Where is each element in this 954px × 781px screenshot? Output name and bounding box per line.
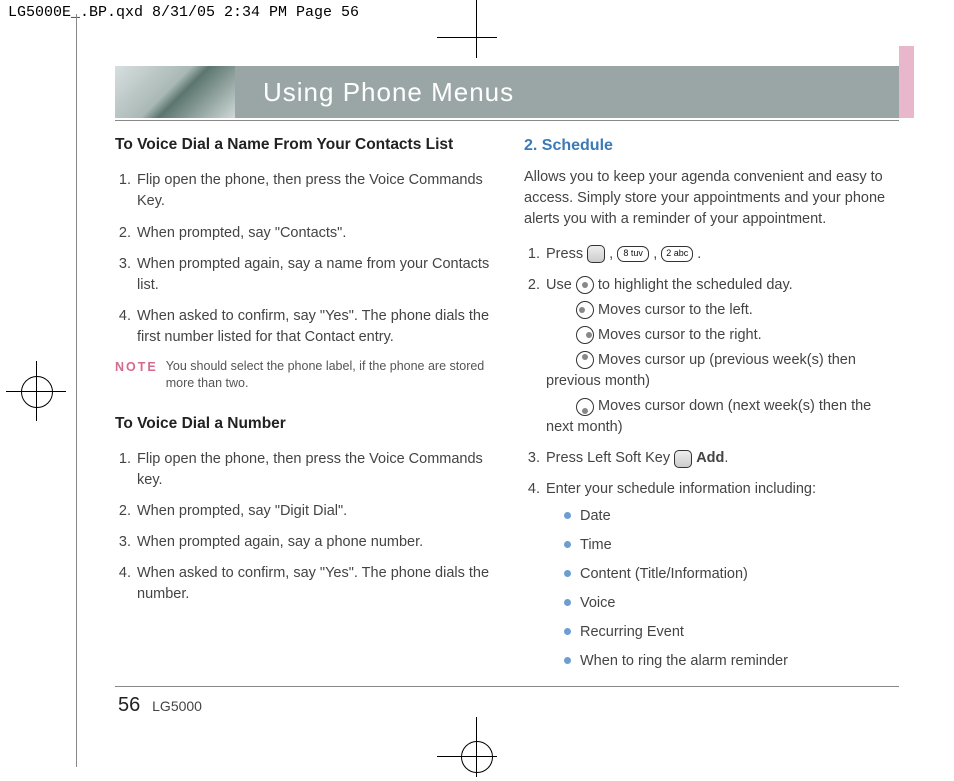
section-header-band: Using Phone Menus <box>115 66 899 118</box>
step-text: Press <box>546 246 587 262</box>
nav-up-icon <box>576 351 594 369</box>
note-text: You should select the phone label, if th… <box>166 358 490 393</box>
step-text: to highlight the scheduled day. <box>598 277 793 293</box>
left-column: To Voice Dial a Name From Your Contacts … <box>115 134 490 682</box>
footer-rule <box>115 686 899 687</box>
model-name: LG5000 <box>152 698 202 714</box>
nav-hint-text: Moves cursor to the right. <box>598 327 762 343</box>
nav-left-icon <box>576 301 594 319</box>
list-item: When asked to confirm, say "Yes". The ph… <box>135 563 490 605</box>
step-text: Use <box>546 277 576 293</box>
voice-dial-contacts-heading: To Voice Dial a Name From Your Contacts … <box>115 134 490 156</box>
page-gutter-line <box>76 14 77 767</box>
list-item: Use to highlight the scheduled day. Move… <box>544 275 899 438</box>
nav-right-icon <box>576 326 594 344</box>
nav-hint-down: Moves cursor down (next week(s) then the… <box>546 396 899 438</box>
list-item: When prompted again, say a phone number. <box>135 532 490 553</box>
list-item: When prompted, say "Digit Dial". <box>135 501 490 522</box>
list-item: Flip open the phone, then press the Voic… <box>135 449 490 491</box>
note-label: NOTE <box>115 358 158 376</box>
section-tab <box>899 46 914 118</box>
nav-hint-left: Moves cursor to the left. <box>576 300 899 321</box>
note-block: NOTE You should select the phone label, … <box>115 358 490 393</box>
schedule-intro: Allows you to keep your agenda convenien… <box>524 167 899 230</box>
soft-key-icon <box>587 245 605 263</box>
list-item: Voice <box>564 593 899 614</box>
list-item: Press , 8 tuv , 2 abc . <box>544 244 899 265</box>
list-item: Recurring Event <box>564 622 899 643</box>
section-header-title: Using Phone Menus <box>235 66 899 118</box>
list-item: When to ring the alarm reminder <box>564 651 899 672</box>
section-header-photo <box>115 66 235 118</box>
voice-dial-number-heading: To Voice Dial a Number <box>115 413 490 435</box>
step-text: Press Left Soft Key <box>546 450 674 466</box>
nav-hint-text: Moves cursor down (next week(s) then the… <box>546 398 871 435</box>
nav-hint-up: Moves cursor up (previous week(s) then p… <box>546 350 899 392</box>
voice-dial-number-steps: Flip open the phone, then press the Voic… <box>115 449 490 605</box>
list-item: Time <box>564 535 899 556</box>
header-underline <box>115 120 899 121</box>
page-content: To Voice Dial a Name From Your Contacts … <box>115 134 899 682</box>
voice-dial-contacts-steps: Flip open the phone, then press the Voic… <box>115 170 490 347</box>
list-item: Press Left Soft Key Add. <box>544 448 899 469</box>
list-item: Flip open the phone, then press the Voic… <box>135 170 490 212</box>
list-item: When prompted, say "Contacts". <box>135 223 490 244</box>
schedule-fields-list: Date Time Content (Title/Information) Vo… <box>564 506 899 672</box>
step-text: Enter your schedule information includin… <box>546 481 816 497</box>
nav-ring-icon <box>576 276 594 294</box>
list-item: When prompted again, say a name from you… <box>135 254 490 296</box>
crop-mark-left <box>6 361 66 421</box>
right-column: 2. Schedule Allows you to keep your agen… <box>524 134 899 682</box>
print-job-header: LG5000E_.BP.qxd 8/31/05 2:34 PM Page 56 <box>8 4 359 21</box>
list-item: Date <box>564 506 899 527</box>
soft-key-icon <box>674 450 692 468</box>
page-footer: 56 LG5000 <box>118 694 202 717</box>
schedule-heading: 2. Schedule <box>524 134 899 157</box>
add-label: Add <box>696 450 724 466</box>
keypad-8-icon: 8 tuv <box>617 246 649 262</box>
list-item: Enter your schedule information includin… <box>544 479 899 672</box>
list-item: When asked to confirm, say "Yes". The ph… <box>135 306 490 348</box>
list-item: Content (Title/Information) <box>564 564 899 585</box>
crop-mark-top <box>467 28 487 48</box>
keypad-2-icon: 2 abc <box>661 246 693 262</box>
nav-down-icon <box>576 398 594 416</box>
nav-hint-text: Moves cursor to the left. <box>598 302 753 318</box>
page-number: 56 <box>118 694 140 716</box>
schedule-steps: Press , 8 tuv , 2 abc . Use to highlight… <box>524 244 899 672</box>
nav-hint-right: Moves cursor to the right. <box>576 325 899 346</box>
crop-mark-bottom <box>467 747 487 767</box>
